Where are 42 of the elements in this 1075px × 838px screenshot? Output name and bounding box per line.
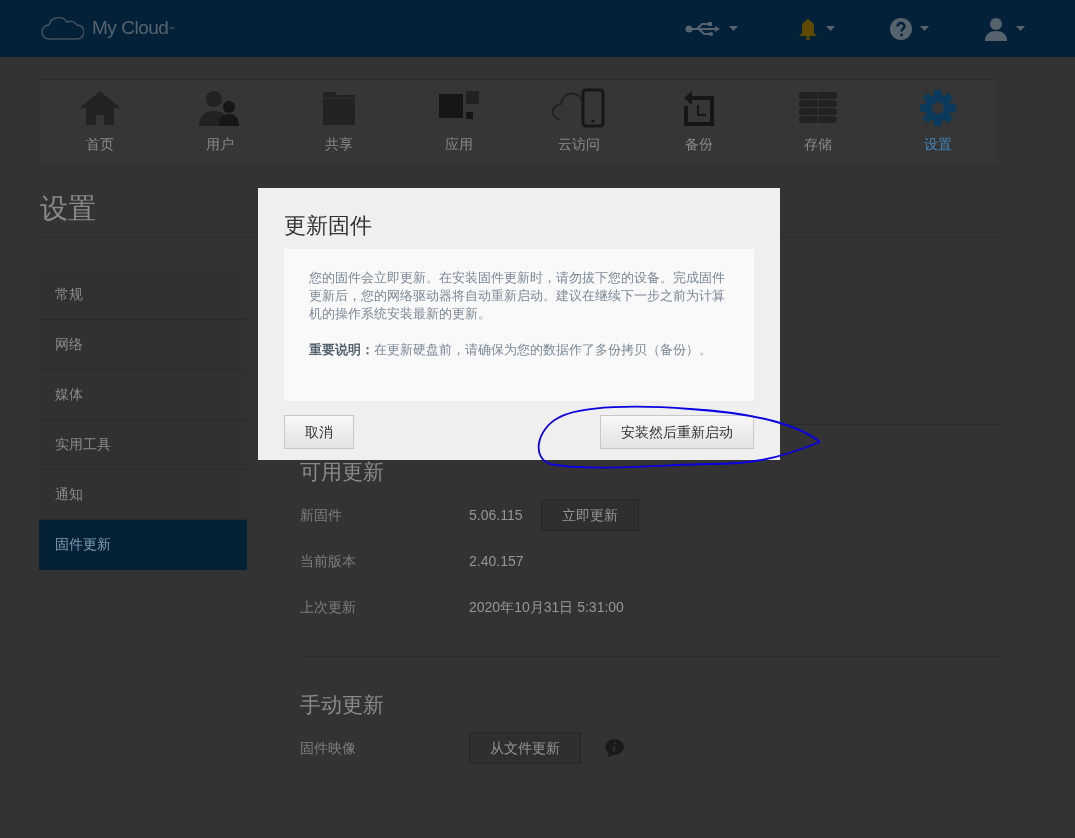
usb-menu-button[interactable] [685, 20, 738, 37]
field-value: 2020年10月31日 5:31:00 [469, 597, 624, 617]
user-icon [984, 16, 1008, 41]
field-value: 2.40.157 [469, 551, 524, 571]
notifications-button[interactable] [798, 17, 835, 40]
nav-tab[interactable]: 存储 [758, 80, 879, 163]
dialog-message: 您的固件会立即更新。在安装固件更新时，请勿拔下您的设备。完成固件更新后，您的网络驱动器将自动重新启动。建议在继续下一步之前为计算机的操作系统安装最新的更新。 [309, 270, 726, 323]
dialog-message: 重要说明：在更新硬盘前，请确保为您的数据作了多份拷贝（备份）。 [309, 342, 713, 359]
dialog-title: 更新固件 [284, 212, 373, 240]
help-button[interactable] [890, 17, 929, 40]
caret-icon [826, 26, 835, 31]
page-title: 设置 [40, 192, 96, 226]
usb-icon [685, 20, 721, 37]
update-now-button[interactable]: 立即更新 [541, 499, 640, 531]
field-label: 上次更新 [300, 597, 357, 617]
user-menu-button[interactable] [984, 16, 1025, 41]
sidebar-item[interactable]: 固件更新 [39, 520, 247, 570]
nav-tab[interactable]: 设置 [878, 80, 998, 163]
caret-icon [729, 26, 738, 31]
nav-tab[interactable]: 应用 [399, 80, 519, 163]
field-value: 5.06.115 [469, 505, 523, 525]
cancel-button[interactable]: 取消 [284, 415, 354, 449]
caret-icon [1016, 26, 1025, 31]
nav-tab[interactable]: 共享 [279, 80, 400, 163]
nav-tab[interactable]: 云访问 [519, 80, 639, 163]
field-label: 固件映像 [300, 738, 357, 758]
nav-tab[interactable]: 首页 [40, 80, 160, 163]
update-from-file-button[interactable]: 从文件更新 [469, 732, 581, 764]
help-icon [890, 17, 912, 40]
cloud-phone-icon [550, 88, 607, 128]
caret-icon [920, 26, 929, 31]
field-label: 新固件 [300, 505, 343, 525]
nav-tab[interactable]: 备份 [638, 80, 759, 163]
nav-tab[interactable]: 用户 [159, 80, 280, 163]
cloud-icon [40, 16, 84, 41]
logo-text: My Cloud$^{™}$ [92, 16, 174, 41]
bell-icon [798, 17, 818, 40]
info-icon [604, 739, 625, 757]
section-title: 可用更新 [300, 459, 385, 485]
install-and-restart-button[interactable]: 安装然后重新启动 [600, 415, 754, 449]
section-title: 手动更新 [300, 692, 385, 718]
field-label: 当前版本 [300, 551, 357, 571]
